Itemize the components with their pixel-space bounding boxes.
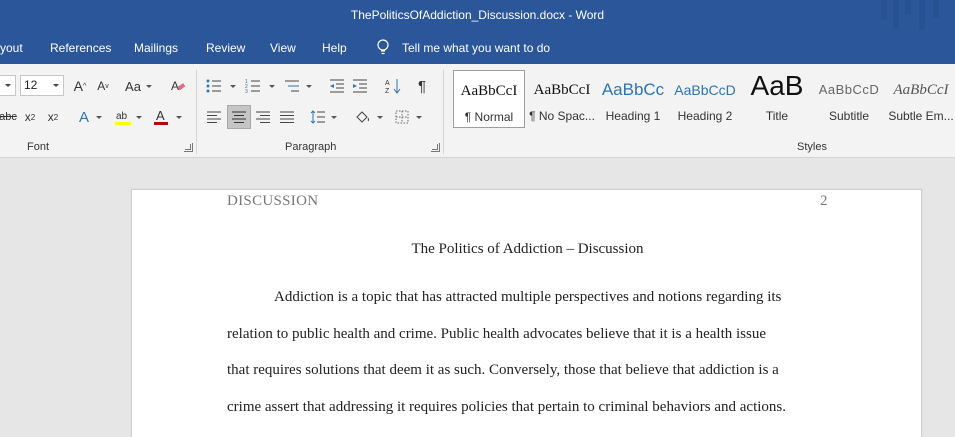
style-heading-1[interactable]: AaBbCc Heading 1 [597,70,669,128]
sort-icon[interactable]: AZ [385,76,401,96]
font-color-dropdown-icon[interactable] [176,116,182,119]
running-head: DISCUSSION [227,193,319,209]
group-divider [196,70,197,154]
shrink-font-icon[interactable]: Av [95,76,111,96]
align-right-icon[interactable] [255,107,271,127]
paragraph-group-label: Paragraph [285,141,337,153]
highlight-icon[interactable]: ab [114,107,132,127]
font-size-value: 12 [24,78,38,92]
paragraph-line: that requires solutions that deem it as … [227,362,779,378]
tab-view[interactable]: View [270,41,296,55]
borders-dropdown-icon[interactable] [416,116,422,119]
justify-icon[interactable] [279,107,295,127]
decrease-indent-icon[interactable] [329,76,345,96]
font-name-dropdown[interactable] [0,75,16,96]
change-case-icon[interactable]: Aa [124,76,142,96]
svg-text:Z: Z [385,88,390,94]
increase-indent-icon[interactable] [352,76,368,96]
numbering-icon[interactable]: 123 [245,76,261,96]
borders-icon[interactable] [394,107,410,127]
text-effects-icon[interactable]: A [76,107,92,127]
tab-mailings[interactable]: Mailings [134,41,178,55]
document-title: The Politics of Addiction – Discussion [411,241,644,257]
show-formatting-marks-icon[interactable]: ¶ [415,76,429,96]
document-page[interactable]: DISCUSSION 2 The Politics of Addiction –… [131,189,922,437]
page-number: 2 [820,193,828,209]
font-dialog-launcher[interactable] [184,143,193,152]
svg-text:ab: ab [116,111,128,122]
tab-references[interactable]: References [50,41,111,55]
styles-group-label: Styles [797,141,827,153]
highlight-dropdown-icon[interactable] [136,116,142,119]
style-heading-2[interactable]: AaBbCcD Heading 2 [669,70,741,128]
tab-review[interactable]: Review [206,41,245,55]
multilevel-dropdown-icon[interactable] [306,85,312,88]
window-title: ThePoliticsOfAddiction_Discussion.docx -… [350,8,605,22]
style-normal[interactable]: AaBbCcI ¶ Normal [453,70,525,128]
svg-text:3: 3 [245,89,248,93]
paragraph-line: relation to public health and crime. Pub… [227,326,766,342]
paragraph-line: Addiction is a topic that has attracted … [274,289,782,305]
tell-me-search[interactable]: Tell me what you want to do [402,41,550,55]
svg-text:A: A [171,79,179,93]
document-area: DISCUSSION 2 The Politics of Addiction –… [0,158,955,437]
change-case-dropdown-icon[interactable] [146,85,152,88]
bullets-dropdown-icon[interactable] [230,85,236,88]
line-spacing-dropdown-icon[interactable] [331,116,337,119]
paragraph-line: crime assert that addressing it requires… [227,399,786,415]
shading-dropdown-icon[interactable] [377,116,383,119]
tab-help[interactable]: Help [322,41,347,55]
styles-gallery: AaBbCcI ¶ Normal AaBbCcI ¶ No Spac... Aa… [452,70,955,134]
lightbulb-icon [377,39,389,55]
shading-icon[interactable] [354,107,372,127]
group-divider [443,70,444,154]
superscript-icon[interactable]: x2 [45,107,61,127]
font-color-icon[interactable]: A [152,107,170,127]
svg-text:A: A [156,108,165,123]
title-bar: ThePoliticsOfAddiction_Discussion.docx -… [0,0,955,32]
style-subtle-emphasis[interactable]: AaBbCcI Subtle Em... [885,70,955,128]
align-center-icon[interactable] [227,105,251,129]
subscript-icon[interactable]: x2 [22,107,38,127]
text-effects-dropdown-icon[interactable] [96,116,102,119]
tab-layout[interactable]: yout [0,41,23,55]
ribbon-tabs: yout References Mailings Review View Hel… [0,32,955,64]
ribbon: 12 A ^ Av Aa A abc x2 x2 A ab A Font 123 … [0,64,955,158]
font-size-dropdown[interactable]: 12 [20,75,64,96]
multilevel-list-icon[interactable] [284,76,300,96]
bullets-icon[interactable] [206,76,222,96]
style-subtitle[interactable]: AaBbCcD Subtitle [813,70,885,128]
align-left-icon[interactable] [206,107,222,127]
numbering-dropdown-icon[interactable] [269,85,275,88]
style-title[interactable]: AaB Title [741,70,813,128]
line-spacing-icon[interactable] [310,107,326,127]
strikethrough-icon[interactable]: abc [0,107,17,127]
style-no-spacing[interactable]: AaBbCcI ¶ No Spac... [526,70,598,128]
grow-font-icon[interactable]: A ^ [72,76,88,96]
clear-formatting-icon[interactable]: A [170,76,186,96]
paragraph-dialog-launcher[interactable] [431,143,440,152]
font-group-label: Font [27,141,50,153]
svg-text:A: A [385,80,390,87]
title-bar-pattern [875,0,955,32]
